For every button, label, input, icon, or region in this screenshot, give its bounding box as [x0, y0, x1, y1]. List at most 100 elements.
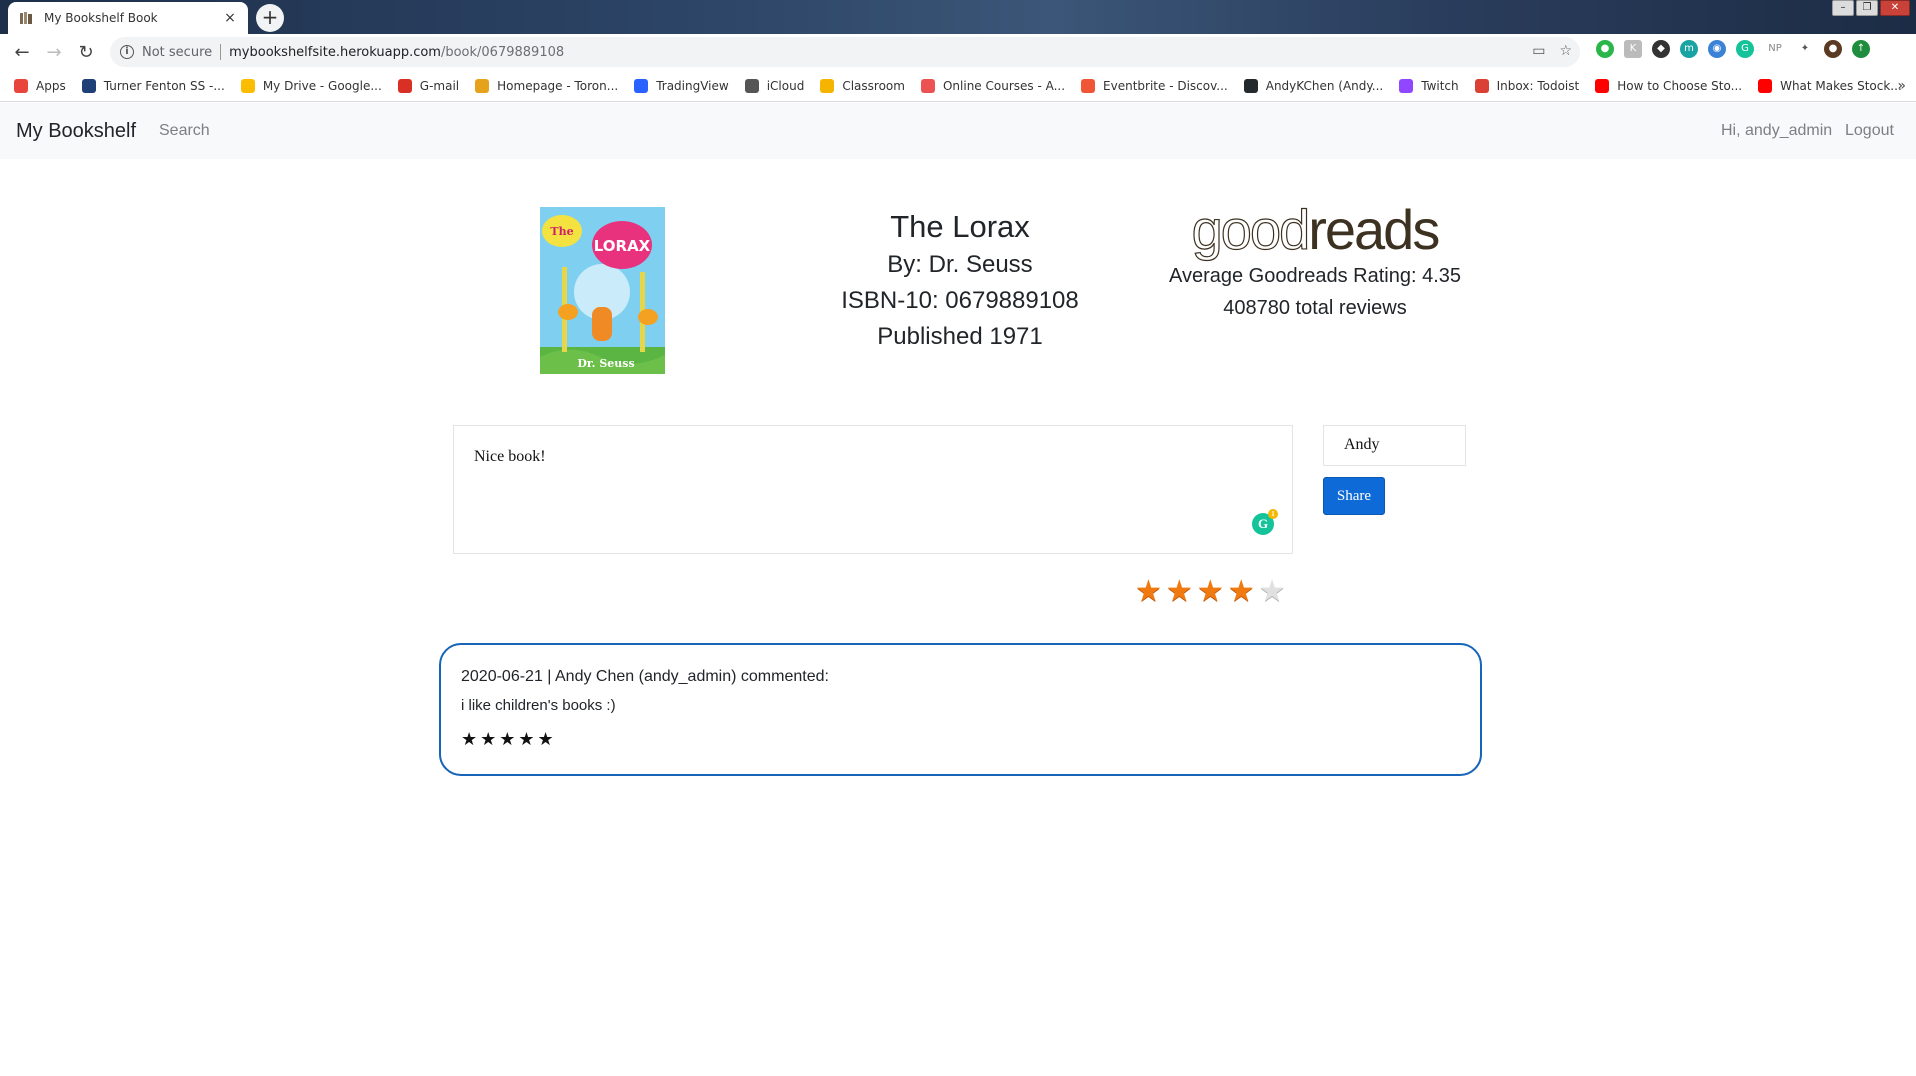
bookmark-label: Twitch [1421, 78, 1459, 93]
tab-title: My Bookshelf Book [44, 11, 158, 25]
star-filled-icon[interactable]: ★ [1228, 574, 1255, 610]
bookmark-favicon-icon [820, 78, 835, 93]
bookmark-label: AndyKChen (Andy... [1265, 78, 1384, 93]
cover-title-big: LORAX [594, 237, 651, 255]
address-separator [220, 44, 222, 60]
bookmark-label: Online Courses - A... [942, 78, 1066, 93]
goodreads-logo: goodreads [1155, 198, 1475, 261]
bookmark-label: Homepage - Toron... [497, 78, 619, 93]
goodreads-logo-reads: reads [1308, 198, 1440, 261]
bookmark-item[interactable]: TradingView [634, 78, 729, 93]
bookmark-item[interactable]: Eventbrite - Discov... [1081, 78, 1228, 93]
bookmark-favicon-icon [634, 78, 649, 93]
extension-grey-icon[interactable]: K [1624, 40, 1642, 58]
bookmark-favicon-icon [1081, 78, 1096, 93]
share-button[interactable]: Share [1323, 477, 1385, 515]
bookmarks-overflow-icon[interactable]: » [1897, 78, 1906, 94]
bookshelf-favicon-icon [18, 10, 34, 26]
book-title: The Lorax [890, 209, 1030, 244]
bookmark-item[interactable]: iCloud [744, 78, 805, 93]
browser-tab[interactable]: My Bookshelf Book × [8, 2, 248, 34]
forward-arrow-icon[interactable]: → [38, 36, 70, 68]
comment-textarea[interactable]: Nice book! G 1 [453, 425, 1293, 554]
extensions-bar: ● K ◆ m ◉ G NP ✦ ● ↑ [1596, 40, 1870, 58]
bookmark-item[interactable]: AndyKChen (Andy... [1243, 78, 1384, 93]
url-host: mybookshelfsite.herokuapp.com [229, 44, 441, 60]
bookmark-label: How to Choose Sto... [1617, 78, 1743, 93]
minimize-icon[interactable]: – [1832, 0, 1854, 16]
bookmark-favicon-icon [1243, 78, 1258, 93]
bookmark-favicon-icon [240, 78, 255, 93]
reload-icon[interactable]: ↻ [70, 36, 102, 68]
bookmark-item[interactable]: What Makes Stock... [1758, 78, 1902, 93]
grammarly-icon[interactable]: G 1 [1252, 509, 1278, 535]
bookmark-item[interactable]: Online Courses - A... [920, 78, 1066, 93]
book-details: The Lorax By: Dr. Seuss ISBN-10: 0679889… [800, 207, 1120, 355]
extension-np-icon[interactable]: NP [1764, 40, 1786, 58]
book-published: Published 1971 [877, 323, 1043, 350]
review-body: i like children's books :) [461, 697, 616, 714]
review-stars: ★★★★★ [461, 729, 557, 749]
grammarly-extension-icon[interactable]: G [1736, 40, 1754, 58]
review-header: 2020-06-21 | Andy Chen (andy_admin) comm… [461, 668, 829, 685]
grammarly-letter: G [1257, 516, 1269, 531]
bookmarks-bar: Apps Turner Fenton SS -... My Drive - Goog… [0, 70, 1916, 102]
bookmark-label: Turner Fenton SS -... [103, 78, 225, 93]
star-filled-icon[interactable]: ★ [1166, 574, 1193, 610]
bookmark-item[interactable]: Twitch [1399, 78, 1459, 93]
goodreads-average-rating: Average Goodreads Rating: 4.35 [1168, 265, 1462, 287]
bookmark-label: TradingView [656, 78, 729, 93]
bookmark-item[interactable]: Apps [14, 78, 66, 93]
window-close-icon[interactable]: ✕ [1880, 0, 1910, 16]
cast-icon[interactable]: ▭ [1532, 43, 1545, 59]
address-bar[interactable]: i Not secure mybookshelfsite.herokuapp.c… [110, 37, 1580, 67]
book-author: By: Dr. Seuss [887, 251, 1033, 278]
bookmark-favicon-icon [397, 78, 412, 93]
star-filled-icon[interactable]: ★ [1197, 574, 1224, 610]
bookmark-label: Eventbrite - Discov... [1103, 78, 1228, 93]
bookmark-favicon-icon [1474, 78, 1489, 93]
profile-avatar[interactable]: ● [1824, 40, 1842, 58]
back-arrow-icon[interactable]: ← [6, 36, 38, 68]
extension-blue-icon[interactable]: ◉ [1708, 40, 1726, 58]
nav-user-greeting[interactable]: Hi, andy_admin [1721, 122, 1832, 140]
rating-stars: ★ ★ ★ ★ ★ [1135, 574, 1286, 610]
bookmark-label: Classroom [842, 78, 905, 93]
book-isbn: ISBN-10: 0679889108 [841, 287, 1079, 314]
extension-green-icon[interactable]: ● [1596, 40, 1614, 58]
extension-m-icon[interactable]: m [1680, 40, 1698, 58]
star-filled-icon[interactable]: ★ [1135, 574, 1162, 610]
bookmark-item[interactable]: How to Choose Sto... [1595, 78, 1743, 93]
bookmark-item[interactable]: Inbox: Todoist [1474, 78, 1580, 93]
extension-spy-icon[interactable]: ◆ [1652, 40, 1670, 58]
browser-tabstrip: My Bookshelf Book × + – ❐ ✕ [0, 0, 1916, 34]
new-tab-button[interactable]: + [256, 4, 284, 32]
bookmark-label: iCloud [766, 78, 805, 93]
update-icon[interactable]: ↑ [1852, 40, 1870, 58]
nav-logout-link[interactable]: Logout [1845, 122, 1894, 140]
bookmark-label: Inbox: Todoist [1496, 78, 1580, 93]
goodreads-logo-good: good [1191, 198, 1311, 261]
info-icon[interactable]: i [120, 45, 134, 59]
star-empty-icon[interactable]: ★ [1259, 574, 1286, 610]
bookmark-favicon-icon [81, 78, 96, 93]
bookmark-favicon-icon [744, 78, 759, 93]
bookmark-item[interactable]: Homepage - Toron... [475, 78, 619, 93]
close-tab-icon[interactable]: × [222, 10, 238, 26]
bookmark-favicon-icon [1758, 78, 1773, 93]
bookmark-item[interactable]: My Drive - Google... [240, 78, 382, 93]
restore-icon[interactable]: ❐ [1856, 0, 1878, 16]
name-input[interactable]: Andy [1323, 425, 1466, 466]
bookmark-item[interactable]: G-mail [397, 78, 459, 93]
bookmark-star-icon[interactable]: ☆ [1559, 43, 1572, 59]
url-path: /book/0679889108 [440, 44, 565, 60]
bookmark-item[interactable]: Turner Fenton SS -... [81, 78, 225, 93]
bookmark-favicon-icon [1399, 78, 1414, 93]
window-controls: – ❐ ✕ [1832, 0, 1910, 16]
bookmark-item[interactable]: Classroom [820, 78, 905, 93]
site-brand[interactable]: My Bookshelf [16, 120, 136, 143]
browser-toolbar: ← → ↻ i Not secure mybookshelfsite.herok… [0, 34, 1916, 70]
nav-search-link[interactable]: Search [159, 122, 210, 140]
extensions-puzzle-icon[interactable]: ✦ [1796, 40, 1814, 58]
cover-author: Dr. Seuss [577, 357, 634, 370]
